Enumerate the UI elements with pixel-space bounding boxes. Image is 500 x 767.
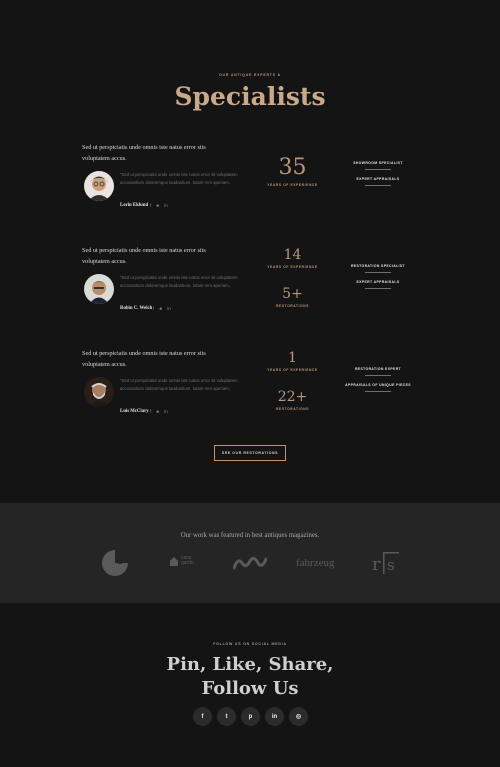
linkedin-icon[interactable]: in (167, 306, 171, 311)
specialist-role: EXPERT APPRAISALS (356, 280, 400, 284)
c-mark-logo[interactable] (101, 549, 129, 582)
social-eyebrow: FOLLOW US ON SOCIAL MEDIA (213, 642, 287, 646)
rfs-logo[interactable]: r s (372, 552, 400, 579)
social-headline: Pin, Like, Share, Follow Us (0, 653, 500, 701)
stat-value: 1 (288, 350, 297, 366)
specialist-name: Lorin Eklund (120, 203, 149, 208)
svg-text:s: s (387, 556, 395, 574)
social-icons: f t p in ◎ (193, 707, 308, 726)
featured-lead: Our work was featured in best antiques m… (180, 532, 320, 539)
linkedin-icon[interactable]: in (164, 203, 168, 208)
headline-line: Follow Us (201, 678, 299, 699)
facebook-icon[interactable]: f (153, 306, 154, 311)
section-title: Specialists (174, 82, 326, 111)
facebook-icon[interactable]: f (150, 409, 151, 414)
see-restorations-button[interactable]: SEE OUR RESTORATIONS (214, 445, 286, 461)
specialists-section: OUR ANTIQUE EXPERTS & Specialists Sed ut… (0, 0, 500, 503)
specialist-quote: Sed ut perspiciatis unde omnis iste natu… (82, 247, 206, 265)
twitter-icon[interactable]: ♣ (159, 306, 162, 311)
specialist-bio: "Sed ut perspiciatis unde omnis iste nat… (120, 378, 238, 391)
stat-value: 5+ (282, 286, 303, 302)
divider (365, 272, 391, 273)
twitter-icon[interactable]: ♣ (156, 409, 159, 414)
specialist-role: APPRAISALS OF UNIQUE PIECES (345, 383, 411, 387)
social-section: FOLLOW US ON SOCIAL MEDIA Pin, Like, Sha… (0, 603, 500, 767)
avatar (84, 274, 114, 304)
stat-label: YEARS OF EXPERIENCE (267, 183, 318, 187)
specialist-role: RESTORATION SPECIALIST (350, 264, 406, 268)
stat-value: 35 (278, 155, 307, 180)
specialist-bio: "Sed ut perspiciatis unde omnis iste nat… (120, 275, 238, 288)
casa-gardo-logo[interactable]: casa gardo (170, 556, 199, 566)
stat-value: 22+ (277, 389, 308, 405)
featured-section: Our work was featured in best antiques m… (0, 503, 500, 603)
headline-line: Pin, Like, Share, (166, 654, 334, 675)
stat-value: 14 (283, 247, 302, 263)
specialist-quote: Sed ut perspiciatis unde omnis iste natu… (82, 350, 206, 368)
svg-text:r: r (372, 554, 381, 574)
specialist-socials: f ♣ in (150, 409, 168, 414)
stat-label: RESTORATIONS (275, 407, 310, 411)
stat-label: YEARS OF EXPERIENCE (267, 265, 318, 269)
specialist-quote: Sed ut perspiciatis unde omnis iste natu… (82, 144, 206, 162)
twitter-icon[interactable]: ♣ (156, 203, 159, 208)
divider (365, 185, 391, 186)
specialist-socials: f ♣ in (150, 203, 168, 208)
stat-label: RESTORATIONS (275, 304, 310, 308)
facebook-icon[interactable]: f (193, 707, 212, 726)
stat-label: YEARS OF EXPERIENCE (267, 368, 318, 372)
divider (365, 169, 391, 170)
section-eyebrow: OUR ANTIQUE EXPERTS & (219, 73, 281, 77)
specialist-role: RESTORATION EXPERT (354, 367, 402, 371)
avatar (84, 171, 114, 201)
fahrzeug-logo[interactable]: fahrzeug (296, 557, 334, 569)
linkedin-icon[interactable]: in (265, 707, 284, 726)
specialist-socials: f ♣ in (153, 306, 171, 311)
divider (365, 391, 391, 392)
pinterest-icon[interactable]: p (241, 707, 260, 726)
specialist-name: Robin C. Welch (120, 306, 153, 311)
wave-logo[interactable] (232, 556, 268, 575)
divider (365, 375, 391, 376)
avatar (84, 377, 114, 407)
instagram-icon[interactable]: ◎ (289, 707, 308, 726)
specialist-role: EXPERT APPRAISALS (356, 177, 400, 181)
casa-gardo-wordmark: casa gardo (181, 555, 194, 566)
specialist-bio: "Sed ut perspiciatis unde omnis iste nat… (120, 172, 238, 185)
facebook-icon[interactable]: f (150, 203, 151, 208)
divider (365, 288, 391, 289)
specialist-name: Luis McClary (120, 409, 149, 414)
specialist-role: SHOWROOM SPECIALIST (353, 161, 403, 165)
linkedin-icon[interactable]: in (164, 409, 168, 414)
house-icon (170, 556, 178, 566)
twitter-icon[interactable]: t (217, 707, 236, 726)
